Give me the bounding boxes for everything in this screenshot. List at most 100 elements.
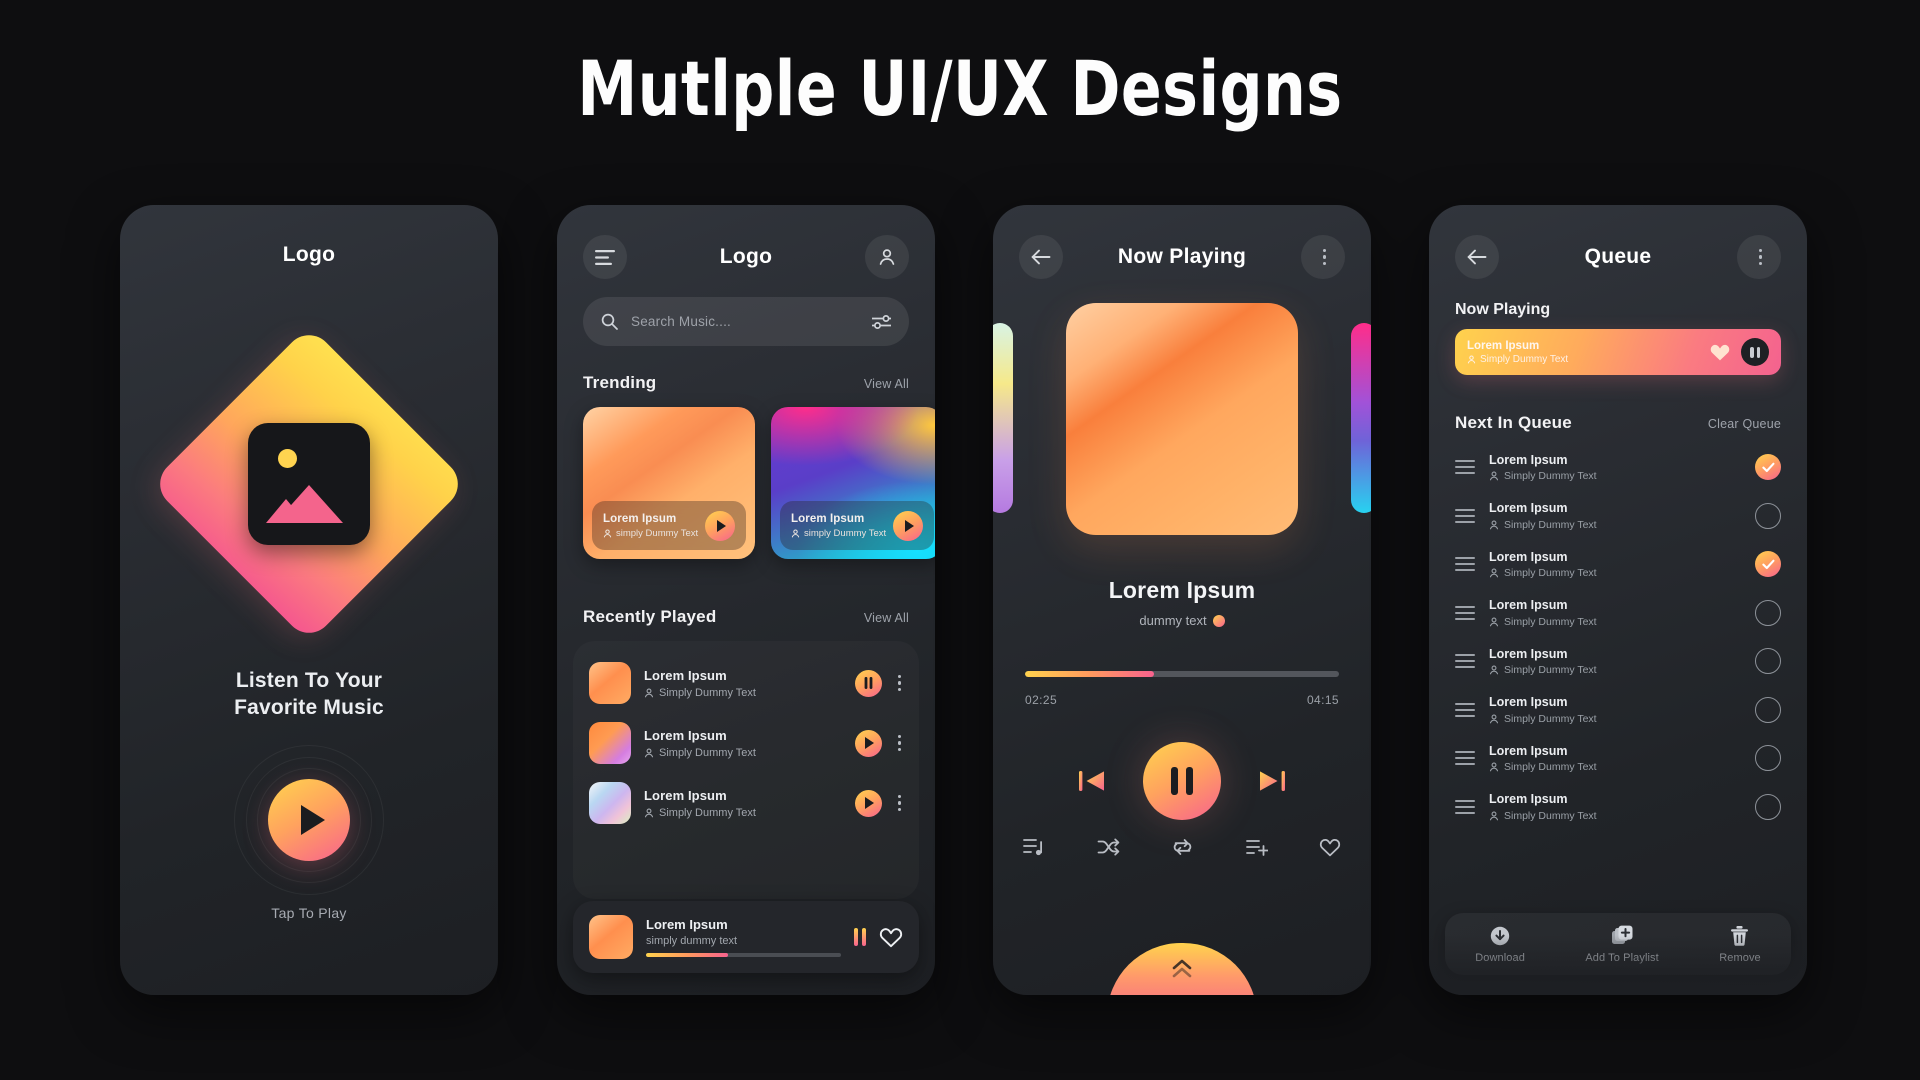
album-art-current[interactable] (1066, 303, 1298, 535)
queue-row[interactable]: Lorem Ipsum Simply Dummy Text (1429, 637, 1807, 686)
queue-row-subtitle: Simply Dummy Text (1504, 470, 1597, 482)
drag-handle-icon[interactable] (1455, 751, 1475, 766)
queue-row[interactable]: Lorem Ipsum Simply Dummy Text (1429, 686, 1807, 735)
heart-outline-icon[interactable] (879, 926, 903, 948)
more-vertical-icon[interactable] (895, 674, 901, 692)
heart-filled-icon[interactable] (1709, 342, 1731, 362)
queue-row-subtitle-row: Simply Dummy Text (1489, 810, 1741, 822)
queue-list-icon[interactable] (1023, 837, 1045, 857)
clear-queue-button[interactable]: Clear Queue (1708, 417, 1781, 431)
play-icon[interactable] (854, 729, 882, 757)
queue-row-subtitle: Simply Dummy Text (1504, 615, 1597, 628)
pause-icon[interactable] (1143, 742, 1221, 820)
queue-row[interactable]: Lorem Ipsum Simply Dummy Text (1429, 589, 1807, 638)
queue-row[interactable]: Lorem Ipsum Simply Dummy Text (1429, 540, 1807, 589)
album-art-carousel[interactable] (993, 301, 1371, 551)
queue-row-checkbox-unchecked[interactable] (1755, 745, 1781, 772)
queue-row-checkbox-checked[interactable] (1755, 454, 1781, 481)
arrow-left-icon[interactable] (1019, 235, 1063, 279)
drag-handle-icon[interactable] (1455, 799, 1475, 814)
arrow-left-icon[interactable] (1455, 235, 1499, 279)
heart-outline-icon[interactable] (1319, 837, 1341, 857)
track-artist: Simply Dummy Text (659, 806, 756, 819)
pause-icon[interactable] (1741, 338, 1769, 366)
artist-icon (1467, 354, 1476, 363)
pause-icon[interactable] (854, 669, 882, 697)
artist-icon (791, 528, 800, 537)
album-thumbnail (589, 662, 631, 704)
pause-icon[interactable] (854, 928, 866, 946)
queue-now-playing-card[interactable]: Lorem Ipsum Simply Dummy Text (1455, 329, 1781, 375)
hamburger-menu-icon[interactable] (583, 235, 627, 279)
track-title: Lorem Ipsum (644, 787, 727, 803)
trending-heading: Trending (583, 373, 657, 392)
queue-row-subtitle-row: Simply Dummy Text (1489, 664, 1741, 676)
tap-to-play-button[interactable] (234, 745, 384, 895)
more-vertical-icon[interactable] (895, 734, 901, 752)
recently-played-list: Lorem Ipsum Simply Dummy Text Lorem Ipsu… (573, 641, 919, 899)
queue-row-checkbox-unchecked[interactable] (1755, 696, 1781, 723)
album-art-peek-next[interactable] (1351, 323, 1371, 513)
queue-row-checkbox-unchecked[interactable] (1755, 502, 1781, 529)
recently-played-header: Recently Played View All (557, 607, 935, 627)
play-icon[interactable] (854, 789, 882, 817)
queue-row-subtitle: Simply Dummy Text (1504, 712, 1597, 725)
recently-played-heading: Recently Played (583, 607, 717, 626)
verified-badge-icon (1212, 614, 1225, 627)
trending-card[interactable]: Lorem Ipsum simply Dummy Text (771, 407, 935, 559)
drag-handle-icon[interactable] (1455, 605, 1475, 620)
album-art-peek-previous[interactable] (993, 323, 1013, 513)
trending-view-all[interactable]: View All (864, 377, 909, 391)
filter-sliders-icon[interactable] (872, 314, 891, 330)
queue-title: Queue (1584, 245, 1652, 268)
album-thumbnail (589, 722, 631, 764)
drag-handle-icon[interactable] (1455, 654, 1475, 669)
home-title: Logo (719, 245, 773, 268)
skip-next-icon[interactable] (1257, 767, 1287, 795)
progress-fill (646, 953, 728, 957)
play-icon[interactable] (268, 779, 350, 861)
queue-row-checkbox-unchecked[interactable] (1755, 648, 1781, 675)
drag-handle-icon[interactable] (1455, 702, 1475, 717)
seek-bar[interactable] (1025, 671, 1339, 677)
search-input[interactable]: Search Music.... (583, 297, 909, 346)
list-item[interactable]: Lorem Ipsum Simply Dummy Text (573, 713, 919, 773)
trending-card[interactable]: Lorem Ipsum simply Dummy Text (583, 407, 755, 559)
artist-icon (644, 688, 654, 697)
skip-previous-icon[interactable] (1077, 767, 1107, 795)
recently-played-view-all[interactable]: View All (864, 611, 909, 625)
mini-player-bar[interactable]: Lorem Ipsum simply dummy text (573, 901, 919, 973)
expand-sheet-handle[interactable] (1107, 943, 1257, 995)
drag-handle-icon[interactable] (1455, 508, 1475, 523)
repeat-icon[interactable] (1171, 837, 1194, 857)
add-to-playlist-icon[interactable] (1245, 837, 1268, 857)
progress-bar[interactable] (646, 953, 841, 957)
queue-row-subtitle-row: Simply Dummy Text (1489, 713, 1741, 725)
more-vertical-icon[interactable] (895, 794, 901, 812)
list-item[interactable]: Lorem Ipsum Simply Dummy Text (573, 773, 919, 833)
queue-row-checkbox-checked[interactable] (1755, 551, 1781, 578)
list-item[interactable]: Lorem Ipsum Simply Dummy Text (573, 653, 919, 713)
more-vertical-icon[interactable] (1301, 235, 1345, 279)
drag-handle-icon[interactable] (1455, 557, 1475, 572)
play-icon[interactable] (893, 510, 923, 541)
splash-tagline: Listen To Your Favorite Music (120, 667, 498, 721)
queue-row[interactable]: Lorem Ipsum Simply Dummy Text (1429, 783, 1807, 832)
trending-card-row[interactable]: Lorem Ipsum simply Dummy Text Lorem Ipsu… (583, 407, 935, 559)
image-placeholder-icon (248, 423, 370, 545)
queue-row[interactable]: Lorem Ipsum Simply Dummy Text (1429, 492, 1807, 541)
queue-row-checkbox-unchecked[interactable] (1755, 793, 1781, 820)
shuffle-icon[interactable] (1097, 837, 1120, 857)
list-fade-overlay (1429, 935, 1807, 995)
queue-row[interactable]: Lorem Ipsum Simply Dummy Text (1429, 443, 1807, 492)
queue-row[interactable]: Lorem Ipsum Simply Dummy Text (1429, 734, 1807, 783)
artist-icon (644, 748, 654, 757)
drag-handle-icon[interactable] (1455, 460, 1475, 475)
play-icon[interactable] (705, 510, 735, 541)
queue-row-subtitle: Simply Dummy Text (1504, 518, 1597, 531)
more-vertical-icon[interactable] (1736, 235, 1781, 279)
trending-card-subtitle-row: simply Dummy Text (791, 528, 893, 539)
queue-row-checkbox-unchecked[interactable] (1755, 599, 1781, 626)
user-profile-icon[interactable] (864, 235, 909, 279)
home-topbar: Logo (557, 233, 935, 281)
